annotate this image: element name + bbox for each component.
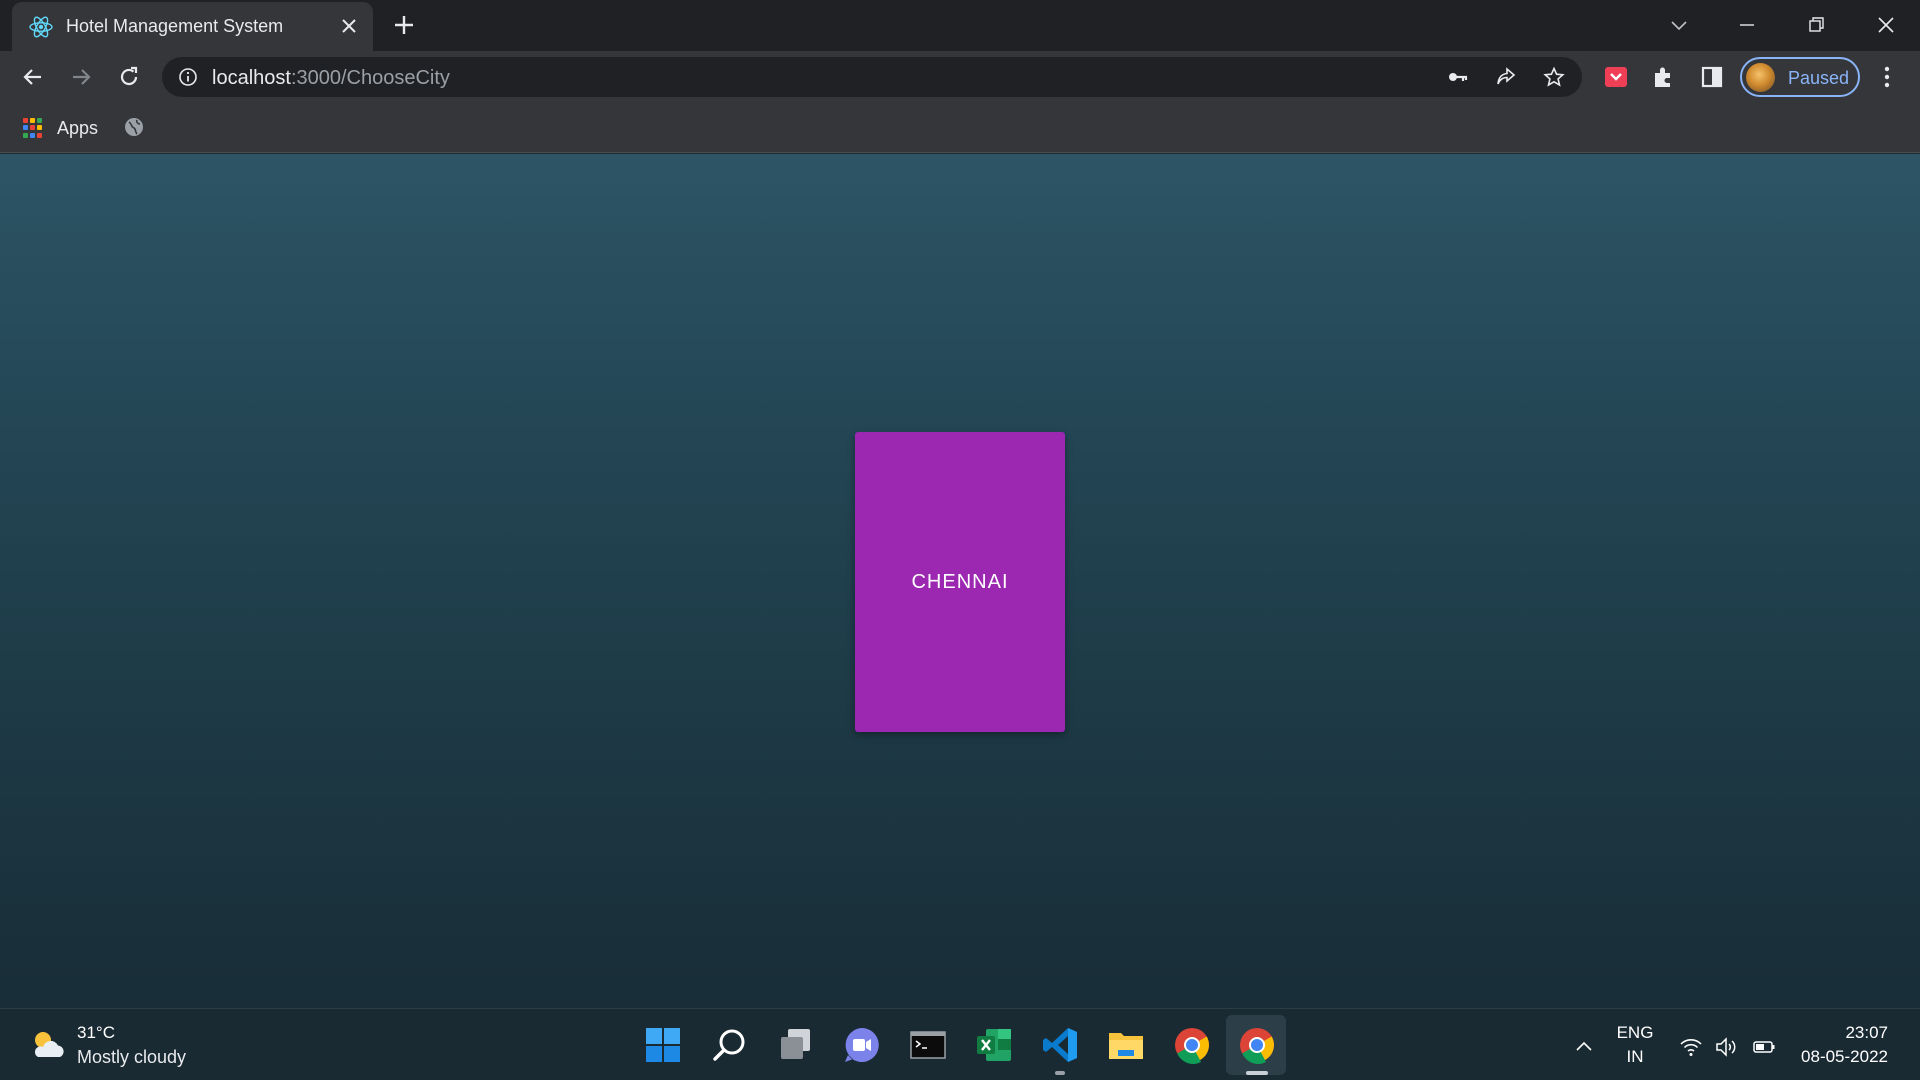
browser-toolbar: localhost:3000/ChooseCity Paused [0,51,1920,103]
apps-grid-icon[interactable] [23,118,43,138]
profile-status: Paused [1788,68,1850,88]
close-window-icon[interactable] [1871,10,1901,40]
avatar [1746,63,1775,92]
menu-kebab-icon[interactable] [1874,64,1900,90]
url-host: localhost [212,67,291,89]
vscode-icon[interactable] [1040,1025,1080,1065]
tab-search-chevron-icon[interactable] [1664,10,1694,40]
restore-icon[interactable] [1801,10,1831,40]
bookmarks-bar: Apps [0,103,1920,153]
clock-date[interactable]: 08-05-2022 [1785,1047,1888,1067]
share-icon[interactable] [1495,66,1517,88]
active-indicator [1246,1071,1268,1075]
forward-icon[interactable] [68,64,94,90]
terminal-icon[interactable] [908,1025,948,1065]
tab-title: Hotel Management System [66,16,284,36]
site-info-icon[interactable] [178,67,198,87]
bookmark-star-icon[interactable] [1543,66,1565,88]
city-name: CHENNAI [911,570,1009,593]
side-panel-icon[interactable] [1699,64,1725,90]
wifi-icon[interactable] [1679,1035,1703,1059]
reload-icon[interactable] [116,64,142,90]
address-bar[interactable]: localhost:3000/ChooseCity [162,57,1582,97]
new-tab-icon[interactable] [392,13,416,37]
browser-tabstrip: Hotel Management System [0,0,1920,51]
bookmark-apps[interactable]: Apps [57,118,98,139]
extensions-puzzle-icon[interactable] [1651,64,1677,90]
task-view-icon[interactable] [776,1025,816,1065]
chrome-icon[interactable] [1172,1025,1212,1065]
profile-button[interactable]: Paused [1740,57,1860,97]
weather-temp[interactable]: 31°C [77,1023,115,1043]
page-content: CHENNAI [0,154,1920,1008]
minimize-icon[interactable] [1732,10,1762,40]
windows-taskbar: 31°C Mostly cloudy ENG IN 23:07 08-05-20… [0,1008,1920,1080]
show-hidden-icons-chevron-icon[interactable] [1572,1035,1596,1059]
file-explorer-icon[interactable] [1106,1025,1146,1065]
react-icon [29,16,53,38]
clock-time[interactable]: 23:07 [1818,1023,1888,1043]
weather-desc[interactable]: Mostly cloudy [77,1047,186,1068]
volume-icon[interactable] [1714,1035,1738,1059]
excel-icon[interactable] [974,1025,1014,1065]
chrome-active-icon[interactable] [1237,1025,1277,1065]
key-icon[interactable] [1447,66,1469,88]
battery-icon[interactable] [1752,1035,1776,1059]
back-icon[interactable] [20,64,46,90]
url-path: :3000/ChooseCity [290,67,450,89]
city-card-chennai[interactable]: CHENNAI [855,432,1065,732]
weather-cloudy-icon[interactable] [28,1027,68,1063]
language-line1[interactable]: ENG [1610,1023,1660,1043]
start-icon[interactable] [643,1025,683,1065]
close-tab-icon[interactable] [339,16,359,36]
teams-chat-icon[interactable] [842,1025,882,1065]
search-icon[interactable] [710,1025,750,1065]
url-text[interactable]: localhost:3000/ChooseCity [212,67,450,90]
running-indicator [1055,1071,1065,1075]
language-line2[interactable]: IN [1610,1047,1660,1067]
pocket-extension-icon[interactable] [1603,64,1629,90]
globe-bookmark-icon[interactable] [123,116,145,138]
browser-tab[interactable]: Hotel Management System [12,2,373,51]
